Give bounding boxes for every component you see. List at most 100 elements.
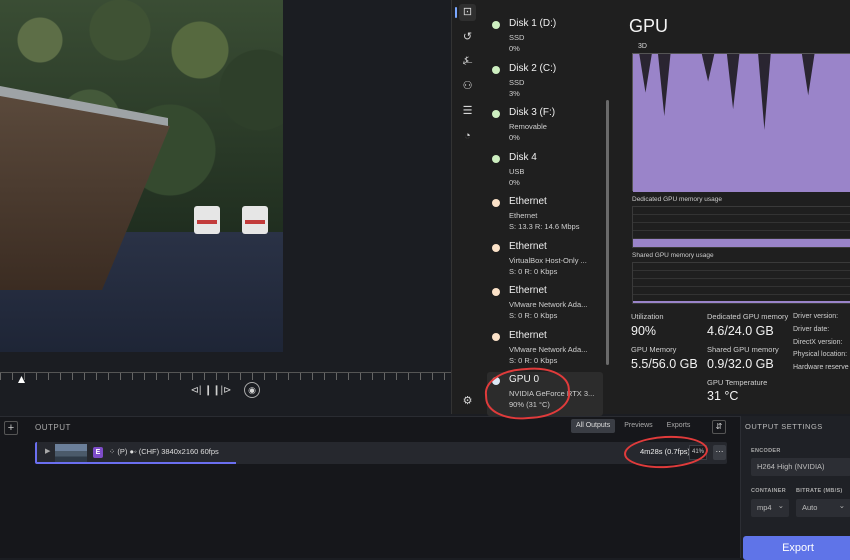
device-name: Disk 3 (F:) [509,107,556,118]
video-preview [0,0,283,352]
directx-version-label: DirectX version: [793,339,843,346]
device-type: VMware Network Ada... [509,300,588,309]
app-history-icon[interactable]: ↺ [459,29,476,46]
expand-icon[interactable]: ▶ [45,447,50,455]
device-type: SSD [509,33,525,42]
device-type: SSD [509,77,525,87]
dedicated-memory-fill [633,239,850,247]
sort-icon[interactable]: ⇵ [712,420,726,434]
device-item[interactable]: Disk 2 (C:) SSD 3% [487,61,603,105]
device-item[interactable]: Disk 4 USB 0% [487,150,603,194]
gpu-memory-value: 5.5/56.0 GB [631,357,698,371]
device-type: VirtualBox Host-Only ... [509,255,587,265]
device-item[interactable]: Ethernet VMware Network Ada... S: 0 R: 0 K… [487,283,603,327]
status-dot-icon [492,288,500,296]
bitrate-select[interactable]: Auto ⌄ [796,499,850,517]
add-output-button[interactable]: + [4,421,18,435]
device-name: Ethernet [509,285,547,296]
device-value: 0% [509,133,520,142]
device-value: S: 0 R: 0 Kbps [509,311,558,320]
device-item[interactable]: Ethernet Ethernet S: 13.3 R: 14.6 Mbps [487,194,603,238]
dedicated-memory-value: 4.6/24.0 GB [707,324,774,338]
device-value: S: 0 R: 0 Kbps [509,266,558,276]
shared-memory-graph [632,262,850,304]
dedicated-memory-graph-label: Dedicated GPU memory usage [632,196,722,203]
encoder-label: ENCODER [751,448,781,454]
graph-3d-label: 3D [638,43,647,50]
users-icon[interactable]: ⚇ [459,78,476,95]
utilization-value: 90% [631,324,657,338]
gpu-3d-utilization-area [633,54,850,192]
container-select[interactable]: mp4 ⌄ [751,499,789,517]
tab-all-outputs[interactable]: All Outputs [571,419,616,433]
status-dot-icon [492,199,500,207]
device-type: USB [509,166,525,176]
job-description: ⁘ (P) ●◦ (CHF) 3840x2160 60fps [109,447,219,456]
utilization-label: Utilization [631,312,664,321]
device-item[interactable]: Disk 1 (D:) SSD 0% [487,16,603,60]
status-dot-icon [492,21,500,29]
device-item[interactable]: Ethernet VMware Network Ada... S: 0 R: 0 K… [487,328,603,372]
job-progress-bar [37,462,236,464]
encoder-select[interactable]: H264 High (NVIDIA) [751,458,850,476]
preview-truck [194,206,220,234]
device-item[interactable]: Disk 3 (F:) Removable 0% [487,105,603,149]
chevron-down-icon: ⌄ [838,501,845,510]
device-name: Ethernet [509,240,547,252]
device-value: S: 0 R: 0 Kbps [509,355,558,365]
container-label: CONTAINER [751,488,786,494]
hardware-reserved-label: Hardware reserve [793,364,849,371]
status-dot-icon [492,243,500,252]
shared-memory-fill [633,301,850,303]
settings-title: OUTPUT SETTINGS [745,422,823,431]
dedicated-memory-graph [632,206,850,248]
driver-date-label: Driver date: [793,326,830,333]
device-name: Ethernet [509,196,547,207]
next-frame-icon[interactable]: |⊳ [219,384,233,398]
output-settings-panel: OUTPUT SETTINGS ENCODER H264 High (NVIDI… [740,416,850,560]
performance-icon[interactable]: ⊡ [455,4,476,21]
shared-memory-graph-label: Shared GPU memory usage [632,252,714,259]
device-name: Disk 1 (D:) [509,18,557,29]
device-type: VMware Network Ada... [509,344,588,354]
task-manager-window: ⊡ ↺ ⍼ ⚇ ☰ ◔ ⚙ Disk 1 (D:) SSD 0% Disk 2 (C:… [451,0,850,416]
status-dot-icon [492,65,500,74]
shared-memory-value: 0.9/32.0 GB [707,357,774,371]
physical-location-label: Physical location: [793,351,848,358]
device-list-scrollbar[interactable] [606,100,609,365]
startup-apps-icon[interactable]: ⍼ [459,53,476,70]
chevron-down-icon: ⌄ [777,501,784,510]
task-manager-nav: ⊡ ↺ ⍼ ⚇ ☰ ◔ ⚙ [452,0,483,414]
device-value: 3% [509,88,520,98]
device-name: Disk 2 (C:) [509,62,557,74]
bitrate-value: Auto [802,503,818,512]
gpu-3d-utilization-chart [633,54,850,192]
output-tabs: All Outputs Previews Exports [571,419,695,435]
device-name: Ethernet [509,329,547,341]
device-item[interactable]: Ethernet VirtualBox Host-Only ... S: 0 R: … [487,239,603,283]
gpu-title: GPU [629,16,669,36]
device-type: Removable [509,122,547,131]
details-icon[interactable]: ☰ [459,103,476,120]
dedicated-memory-label: Dedicated GPU memory [707,312,789,321]
tab-exports[interactable]: Exports [662,419,696,433]
device-name: Disk 4 [509,151,537,163]
gpu-3d-graph [632,53,850,192]
device-list: Disk 1 (D:) SSD 0% Disk 2 (C:) SSD 3% Disk 3 (… [483,0,608,416]
export-badge: E [93,447,103,458]
snapshot-icon[interactable]: ◉ [244,382,260,398]
pause-icon[interactable]: ❙❙ [204,384,221,398]
status-dot-icon [492,110,500,118]
gpu-temperature-label: GPU Temperature [707,378,768,387]
device-value: 0% [509,44,520,53]
device-type: Ethernet [509,211,538,220]
services-icon[interactable]: ◔ [459,128,476,145]
job-thumbnail [55,444,87,462]
tab-previews[interactable]: Previews [619,419,657,433]
job-menu-button[interactable]: ⋯ [713,445,726,460]
settings-gear-icon[interactable]: ⚙ [459,393,476,410]
export-button[interactable]: Export [743,536,850,560]
output-panel: + OUTPUT All Outputs Previews Exports ⇵ … [0,416,740,558]
status-dot-icon [492,332,500,341]
previous-frame-icon[interactable]: ⊲| [189,384,203,398]
